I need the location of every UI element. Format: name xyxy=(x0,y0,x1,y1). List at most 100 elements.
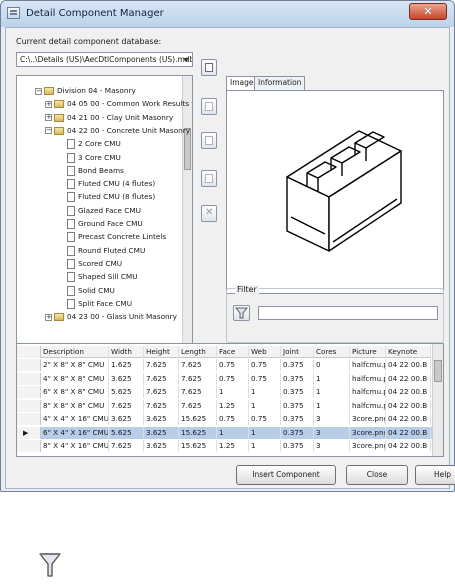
tree-component-item[interactable]: Solid CMU xyxy=(67,284,115,297)
row-header[interactable] xyxy=(17,386,41,398)
edit-component-button[interactable] xyxy=(201,170,217,187)
tree-component-item[interactable]: Fluted CMU (4 flutes) xyxy=(67,177,155,190)
database-label: Current detail component database: xyxy=(16,37,162,46)
tree-component-item[interactable]: Round Fluted CMU xyxy=(67,244,145,257)
table-cell: 1.25 xyxy=(217,399,249,412)
row-header[interactable] xyxy=(17,372,41,385)
table-cell: 04 22 00.B xyxy=(386,440,431,452)
tree-component-item[interactable]: Precast Concrete Lintels xyxy=(67,230,166,243)
table-cell: 1 xyxy=(249,426,281,439)
open-database-button[interactable] xyxy=(201,59,217,76)
tree-component-item[interactable]: 2 Core CMU xyxy=(67,137,121,150)
tree-folder-item[interactable]: +04 05 00 - Common Work Results f xyxy=(45,97,192,110)
tree-item-label: Solid CMU xyxy=(78,285,115,295)
table-row[interactable]: 8" X 8" X 8" CMU 7.625 7.625 7.625 1.25 1 0.37… xyxy=(17,399,433,412)
tree-component-item[interactable]: Fluted CMU (8 flutes) xyxy=(67,190,155,203)
column-header[interactable]: Face xyxy=(217,346,249,358)
column-header[interactable]: Height xyxy=(144,346,179,358)
window-close-button[interactable]: ✕ xyxy=(409,3,447,20)
component-icon xyxy=(67,139,75,150)
tree-item-label: 3 Core CMU xyxy=(78,152,121,162)
column-header[interactable]: Picture xyxy=(350,346,386,358)
tree-folder-item[interactable]: +04 23 00 - Glass Unit Masonry xyxy=(45,310,177,323)
tree-component-item[interactable]: Scored CMU xyxy=(67,257,122,270)
tree-folder-item[interactable]: − 04 22 00 - Concrete Unit Masonry xyxy=(45,124,190,137)
component-icon xyxy=(67,165,75,176)
tree-component-item[interactable]: Ground Face CMU xyxy=(67,217,143,230)
table-cell: 15.625 xyxy=(179,440,217,452)
collapse-icon[interactable]: − xyxy=(45,127,52,135)
table-cell: 7.625 xyxy=(144,399,179,412)
table-row[interactable]: 6" X 8" X 8" CMU 5.625 7.625 7.625 1 1 0.375 1 h… xyxy=(17,386,433,398)
delete-button[interactable]: ✕ xyxy=(201,205,217,222)
tree-vertical-scrollbar[interactable] xyxy=(182,76,192,348)
column-header[interactable]: Keynote xyxy=(386,346,431,358)
tree-item-label: Glazed Face CMU xyxy=(78,205,141,215)
funnel-icon xyxy=(39,553,61,577)
component-add-icon xyxy=(205,136,213,145)
table-cell: 04 22 00.B xyxy=(386,372,431,385)
row-header[interactable] xyxy=(17,346,41,358)
expand-icon[interactable]: + xyxy=(45,313,52,321)
tree-folder-item[interactable]: − Division 04 - Masonry xyxy=(35,84,136,97)
chevron-down-icon[interactable] xyxy=(183,58,189,62)
insert-component-button[interactable]: Insert Component xyxy=(236,465,336,485)
new-component-button[interactable] xyxy=(201,132,217,149)
scroll-thumb[interactable] xyxy=(434,360,442,382)
tree-component-item[interactable]: Split Face CMU xyxy=(67,297,132,310)
folder-icon xyxy=(44,87,54,95)
expand-icon[interactable]: + xyxy=(45,100,52,108)
row-header[interactable]: ▶ xyxy=(17,426,41,439)
column-header[interactable]: Width xyxy=(109,346,144,358)
table-row[interactable]: ▶ 6" X 4" X 16" CMU 5.625 3.625 15.625 1 1 0.37… xyxy=(17,426,433,439)
table-cell: 6" X 8" X 8" CMU xyxy=(41,386,109,398)
tab-image[interactable]: Image xyxy=(226,76,258,90)
tab-information[interactable]: Information xyxy=(254,76,306,90)
filter-button[interactable] xyxy=(233,305,250,321)
column-header[interactable]: Cores xyxy=(314,346,350,358)
new-group-button[interactable] xyxy=(201,98,217,115)
filter-input[interactable] xyxy=(258,306,438,320)
table-cell: 1 xyxy=(249,386,281,398)
collapse-icon[interactable]: − xyxy=(35,87,42,95)
tree-item-label: Division 04 - Masonry xyxy=(57,86,136,95)
table-cell: 3.625 xyxy=(109,413,144,425)
column-header[interactable]: Web xyxy=(249,346,281,358)
table-row[interactable]: 8" X 4" X 16" CMU 7.625 3.625 15.625 1.25 1 0.… xyxy=(17,440,433,452)
table-row[interactable]: 4" X 4" X 16" CMU 3.625 3.625 15.625 0.75 0.7… xyxy=(17,413,433,425)
row-header[interactable] xyxy=(17,359,41,371)
help-button[interactable]: Help xyxy=(415,465,455,485)
column-header[interactable]: Description xyxy=(41,346,109,358)
tree-component-item[interactable]: Bond Beams xyxy=(67,164,124,177)
component-tree[interactable]: − Division 04 - Masonry +04 05 00 - Common… xyxy=(16,75,193,359)
tree-component-item[interactable]: Glazed Face CMU xyxy=(67,204,141,217)
close-button[interactable]: Close xyxy=(346,465,408,485)
table-cell: 1 xyxy=(217,426,249,439)
table-row[interactable]: 2" X 8" X 8" CMU 1.625 7.625 7.625 0.75 0.75 0… xyxy=(17,359,433,371)
component-icon xyxy=(67,285,75,296)
table-cell: 15.625 xyxy=(179,413,217,425)
component-preview xyxy=(226,90,444,294)
tree-component-item[interactable]: Shaped Sill CMU xyxy=(67,270,138,283)
tree-folder-item[interactable]: +04 21 00 - Clay Unit Masonry xyxy=(45,111,173,124)
table-cell: 3.625 xyxy=(144,440,179,452)
table-cell: 3 xyxy=(314,413,350,425)
row-header[interactable] xyxy=(17,399,41,412)
row-header[interactable] xyxy=(17,440,41,452)
table-vertical-scrollbar[interactable] xyxy=(432,344,443,456)
column-header[interactable]: Joint xyxy=(281,346,314,358)
expand-icon[interactable]: + xyxy=(45,114,52,122)
row-header[interactable] xyxy=(17,413,41,425)
component-table[interactable]: Description Width Height Length Face Web Joint… xyxy=(16,343,444,457)
database-select[interactable]: C:\..\Details (US)\AecDtlComponents (US)… xyxy=(16,52,193,67)
table-cell: 6" X 4" X 16" CMU xyxy=(43,426,109,439)
folder-icon xyxy=(54,313,64,322)
tree-item-label: Ground Face CMU xyxy=(78,219,143,228)
table-cell: 7.625 xyxy=(179,372,217,385)
title-bar[interactable]: Detail Component Manager ✕ xyxy=(1,1,454,27)
table-cell: 3 xyxy=(314,426,350,439)
column-header[interactable]: Length xyxy=(179,346,217,358)
table-row[interactable]: 4" X 8" X 8" CMU 3.625 7.625 7.625 0.75 0.75 0… xyxy=(17,372,433,385)
tree-component-item[interactable]: 3 Core CMU xyxy=(67,151,121,164)
table-cell: 0.375 xyxy=(281,372,314,385)
